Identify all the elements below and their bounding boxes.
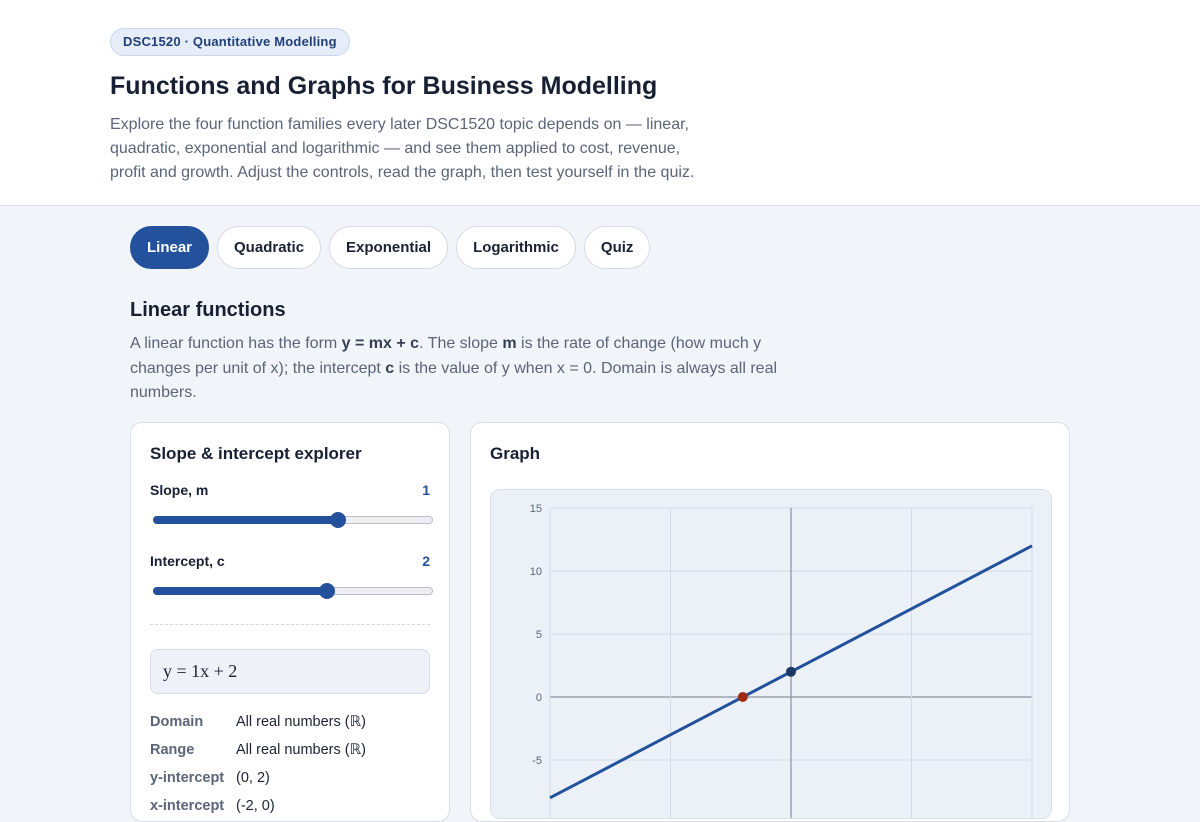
slider-handle[interactable] [318, 583, 335, 599]
intercept-point [786, 666, 796, 677]
property-row: x-intercept (-2, 0) [150, 792, 430, 820]
graph-title: Graph [490, 444, 541, 463]
y-tick-label: 10 [530, 566, 542, 578]
page-header: DSC1520 · Quantitative Modelling Functio… [0, 0, 1200, 206]
desc-text: . The slope [419, 335, 503, 352]
page-title: Functions and Graphs for Business Modell… [110, 72, 658, 100]
tab-quiz[interactable]: Quiz [583, 226, 651, 269]
property-value: All real numbers (ℝ) [236, 742, 366, 758]
slider-fill [153, 587, 327, 595]
property-key: Range [150, 742, 195, 758]
y-tick-label: 0 [536, 692, 542, 704]
property-key: y-intercept [150, 770, 225, 786]
graph-card: Graph 15 10 5 0 -5 [470, 422, 1070, 822]
tab-exponential[interactable]: Exponential [329, 226, 449, 269]
graph-area: 15 10 5 0 -5 [490, 489, 1052, 819]
property-row: Domain All real numbers (ℝ) [150, 708, 430, 736]
divider [150, 624, 430, 625]
desc-formula: y = mx + c [341, 335, 420, 352]
slope-slider[interactable] [153, 512, 433, 528]
y-tick-label: 5 [536, 629, 542, 641]
intercept-point [737, 692, 748, 702]
explorer-card: Slope & intercept explorer Slope, m 1 In… [130, 422, 450, 822]
intercept-label: Intercept, c [150, 553, 225, 569]
slope-control-header: Slope, m 1 [150, 482, 430, 498]
slope-label: Slope, m [150, 482, 209, 498]
section-description: A linear function has the form y = mx + … [130, 332, 790, 406]
tab-logarithmic[interactable]: Logarithmic [456, 226, 576, 269]
tab-linear[interactable]: Linear [130, 226, 210, 269]
property-row: Range All real numbers (ℝ) [150, 736, 430, 764]
tab-quadratic[interactable]: Quadratic [217, 226, 322, 269]
property-key: x-intercept [150, 798, 225, 814]
y-tick-label: 15 [530, 503, 542, 515]
function-tabs: Linear Quadratic Exponential Logarithmic… [130, 226, 651, 269]
property-value: (-2, 0) [236, 798, 275, 814]
slider-handle[interactable] [329, 512, 346, 528]
explorer-title: Slope & intercept explorer [150, 444, 362, 463]
desc-intercept: c [385, 359, 395, 377]
slope-value: 1 [422, 482, 430, 498]
function-graph: 15 10 5 0 -5 [530, 503, 1033, 818]
page-lead: Explore the four function families every… [110, 116, 695, 181]
properties-list: Domain All real numbers (ℝ) Range All real… [150, 708, 430, 820]
section-title: Linear functions [130, 299, 286, 321]
intercept-value: 2 [422, 553, 430, 569]
course-badge: DSC1520 · Quantitative Modelling [110, 28, 350, 56]
desc-slope: m [502, 335, 517, 352]
formula-display: y = 1x + 2 [150, 649, 430, 694]
desc-text: A linear function has the form [130, 335, 342, 352]
y-tick-label: -5 [532, 755, 542, 767]
property-value: All real numbers (ℝ) [236, 714, 366, 730]
slider-fill [153, 516, 338, 524]
intercept-slider[interactable] [153, 583, 433, 599]
property-row: y-intercept (0, 2) [150, 764, 430, 792]
property-key: Domain [150, 714, 204, 730]
intercept-control-header: Intercept, c 2 [150, 553, 430, 569]
property-value: (0, 2) [236, 770, 270, 786]
